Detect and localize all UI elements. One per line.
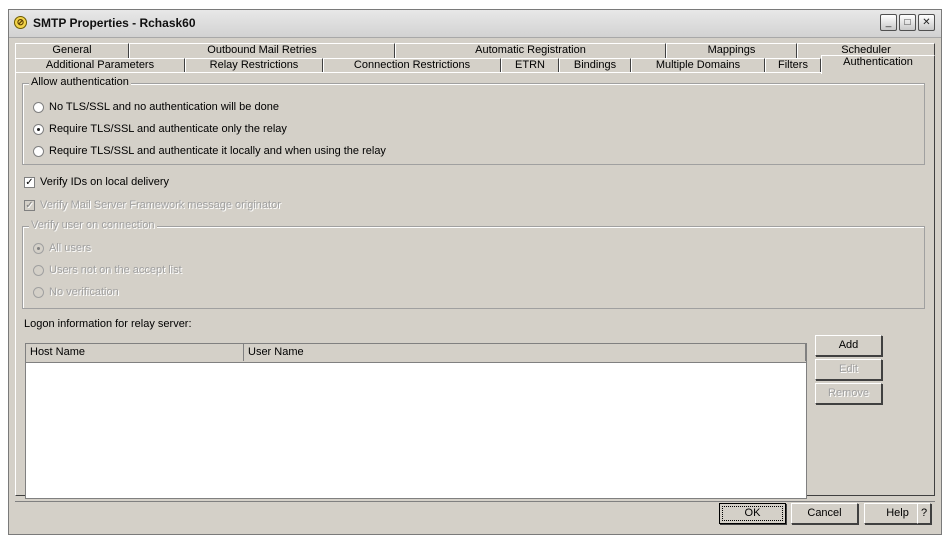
verify-ids-checkbox[interactable]: ✓ Verify IDs on local delivery xyxy=(24,176,169,188)
verify-mail-originator-checkbox: ✓ Verify Mail Server Framework message o… xyxy=(24,199,281,211)
tab-relay-restrictions[interactable]: Relay Restrictions xyxy=(185,58,323,73)
edit-button: Edit xyxy=(815,359,882,380)
maximize-icon[interactable]: □ xyxy=(899,14,916,31)
checkbox-checked-disabled: ✓ xyxy=(24,199,35,211)
radio-label: No TLS/SSL and no authentication will be… xyxy=(49,101,279,113)
tab-etrn[interactable]: ETRN xyxy=(501,58,559,73)
cancel-button[interactable]: Cancel xyxy=(791,503,858,524)
radio-button xyxy=(33,286,44,298)
logon-info-label: Logon information for relay server: xyxy=(24,318,192,330)
whats-this-button[interactable]: ? xyxy=(917,503,931,524)
checkbox-checked[interactable]: ✓ xyxy=(24,176,35,188)
minimize-icon[interactable]: _ xyxy=(880,14,897,31)
remove-button: Remove xyxy=(815,383,882,404)
radio-tls-local-and-relay[interactable]: Require TLS/SSL and authenticate it loca… xyxy=(33,145,386,157)
tab-mappings[interactable]: Mappings xyxy=(666,43,797,58)
radio-users-not-on-accept-list: Users not on the accept list xyxy=(33,264,182,276)
radio-button xyxy=(33,264,44,276)
radio-button-selected xyxy=(33,242,44,254)
tab-general[interactable]: General xyxy=(15,43,129,58)
verify-ids-label: Verify IDs on local delivery xyxy=(40,176,169,188)
radio-no-verification: No verification xyxy=(33,286,119,298)
ok-button[interactable]: OK xyxy=(719,503,786,524)
radio-button[interactable] xyxy=(33,145,44,157)
tab-automatic-registration[interactable]: Automatic Registration xyxy=(395,43,666,58)
close-icon[interactable]: ✕ xyxy=(918,14,935,31)
radio-label: Users not on the accept list xyxy=(49,264,182,276)
window-title: SMTP Properties - Rchask60 xyxy=(33,16,196,30)
verify-mail-originator-label: Verify Mail Server Framework message ori… xyxy=(40,199,281,211)
radio-label: No verification xyxy=(49,286,119,298)
radio-button[interactable] xyxy=(33,101,44,113)
radio-all-users: All users xyxy=(33,242,91,254)
smtp-app-icon: ⊘ xyxy=(14,16,27,29)
add-button[interactable]: Add xyxy=(815,335,882,356)
relay-logon-table[interactable]: Host Name User Name xyxy=(25,343,807,499)
radio-label: Require TLS/SSL and authenticate it loca… xyxy=(49,145,386,157)
column-user-name[interactable]: User Name xyxy=(244,344,806,361)
radio-label: All users xyxy=(49,242,92,254)
allow-authentication-legend: Allow authentication xyxy=(29,76,131,88)
verify-user-group: Verify user on connection All users User… xyxy=(22,219,925,309)
tab-connection-restrictions[interactable]: Connection Restrictions xyxy=(323,58,501,73)
tab-multiple-domains[interactable]: Multiple Domains xyxy=(631,58,765,73)
allow-authentication-group: Allow authentication No TLS/SSL and no a… xyxy=(22,76,925,165)
column-host-name[interactable]: Host Name xyxy=(26,344,244,361)
tab-row-1: General Outbound Mail Retries Automatic … xyxy=(15,43,935,59)
tab-additional-parameters[interactable]: Additional Parameters xyxy=(15,58,185,73)
footer-separator xyxy=(15,501,935,502)
tab-authentication[interactable]: Authentication xyxy=(821,55,935,74)
radio-tls-relay-only[interactable]: Require TLS/SSL and authenticate only th… xyxy=(33,123,287,135)
title-bar[interactable]: ⊘ SMTP Properties - Rchask60 _ □ ✕ xyxy=(9,10,941,38)
radio-label: Require TLS/SSL and authenticate only th… xyxy=(49,123,287,135)
verify-user-legend: Verify user on connection xyxy=(29,219,157,231)
tab-outbound-mail-retries[interactable]: Outbound Mail Retries xyxy=(129,43,395,58)
smtp-properties-window: ⊘ SMTP Properties - Rchask60 _ □ ✕ Gener… xyxy=(8,9,942,535)
table-header: Host Name User Name xyxy=(26,344,806,363)
tab-bindings[interactable]: Bindings xyxy=(559,58,631,73)
tab-filters[interactable]: Filters xyxy=(765,58,821,73)
radio-no-tls[interactable]: No TLS/SSL and no authentication will be… xyxy=(33,101,279,113)
radio-button-selected[interactable] xyxy=(33,123,44,135)
